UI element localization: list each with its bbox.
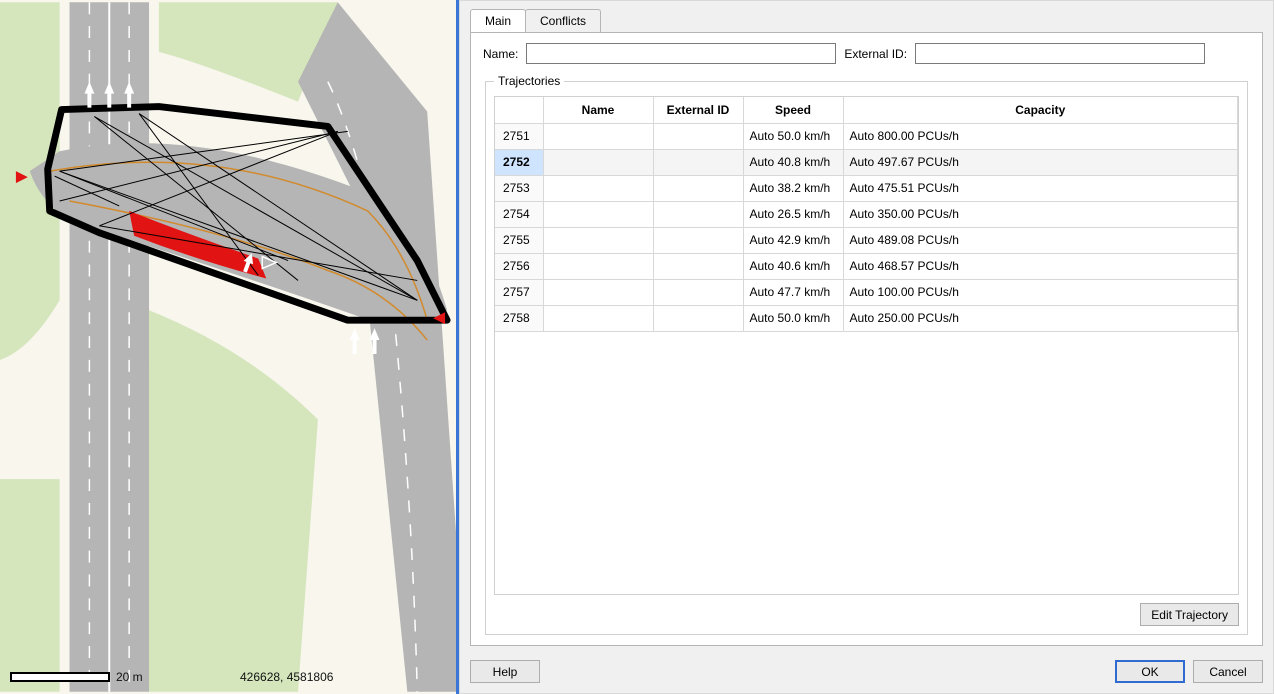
cell-speed[interactable]: Auto 50.0 km/h xyxy=(743,123,843,149)
cancel-button[interactable]: Cancel xyxy=(1193,660,1263,683)
col-header-name[interactable]: Name xyxy=(543,97,653,123)
cell-external-id[interactable] xyxy=(653,149,743,175)
table-row[interactable]: 2757 Auto 47.7 km/hAuto 100.00 PCUs/h xyxy=(495,279,1238,305)
tab-main[interactable]: Main xyxy=(470,9,526,32)
cell-speed[interactable]: Auto 40.8 km/h xyxy=(743,149,843,175)
cell-id[interactable]: 2752 xyxy=(495,149,543,175)
cell-capacity[interactable]: Auto 250.00 PCUs/h xyxy=(843,305,1238,331)
cell-name[interactable] xyxy=(543,123,653,149)
cell-speed[interactable]: Auto 40.6 km/h xyxy=(743,253,843,279)
cell-speed[interactable]: Auto 42.9 km/h xyxy=(743,227,843,253)
col-header-speed[interactable]: Speed xyxy=(743,97,843,123)
cell-external-id[interactable] xyxy=(653,175,743,201)
cell-external-id[interactable] xyxy=(653,123,743,149)
cell-id[interactable]: 2758 xyxy=(495,305,543,331)
table-row[interactable]: 2755 Auto 42.9 km/hAuto 489.08 PCUs/h xyxy=(495,227,1238,253)
col-header-index xyxy=(495,97,543,123)
cell-speed[interactable]: Auto 50.0 km/h xyxy=(743,305,843,331)
tab-strip: Main Conflicts xyxy=(460,1,1273,32)
cell-capacity[interactable]: Auto 497.67 PCUs/h xyxy=(843,149,1238,175)
map-coordinates: 426628, 4581806 xyxy=(240,670,333,684)
cell-name[interactable] xyxy=(543,149,653,175)
cell-capacity[interactable]: Auto 475.51 PCUs/h xyxy=(843,175,1238,201)
tab-conflicts[interactable]: Conflicts xyxy=(525,9,601,32)
cell-id[interactable]: 2754 xyxy=(495,201,543,227)
table-row[interactable]: 2754 Auto 26.5 km/hAuto 350.00 PCUs/h xyxy=(495,201,1238,227)
cell-external-id[interactable] xyxy=(653,279,743,305)
cell-speed[interactable]: Auto 38.2 km/h xyxy=(743,175,843,201)
node-editor-dialog: Main Conflicts Name: External ID: Trajec… xyxy=(459,0,1274,694)
cell-capacity[interactable]: Auto 489.08 PCUs/h xyxy=(843,227,1238,253)
cell-speed[interactable]: Auto 26.5 km/h xyxy=(743,201,843,227)
table-row[interactable]: 2751 Auto 50.0 km/hAuto 800.00 PCUs/h xyxy=(495,123,1238,149)
external-id-field[interactable] xyxy=(915,43,1205,64)
cell-name[interactable] xyxy=(543,253,653,279)
col-header-capacity[interactable]: Capacity xyxy=(843,97,1238,123)
cell-speed[interactable]: Auto 47.7 km/h xyxy=(743,279,843,305)
cell-external-id[interactable] xyxy=(653,305,743,331)
col-header-external-id[interactable]: External ID xyxy=(653,97,743,123)
scale-label: 20 m xyxy=(116,670,143,684)
cell-external-id[interactable] xyxy=(653,201,743,227)
table-row[interactable]: 2753 Auto 38.2 km/hAuto 475.51 PCUs/h xyxy=(495,175,1238,201)
cell-id[interactable]: 2751 xyxy=(495,123,543,149)
cell-external-id[interactable] xyxy=(653,227,743,253)
cell-name[interactable] xyxy=(543,227,653,253)
cell-capacity[interactable]: Auto 468.57 PCUs/h xyxy=(843,253,1238,279)
table-row[interactable]: 2756 Auto 40.6 km/hAuto 468.57 PCUs/h xyxy=(495,253,1238,279)
trajectories-table-wrap: Name External ID Speed Capacity 2751 Auto… xyxy=(494,96,1239,595)
cell-id[interactable]: 2756 xyxy=(495,253,543,279)
trajectories-group: Trajectories Name External ID Speed xyxy=(485,74,1248,635)
help-button[interactable]: Help xyxy=(470,660,540,683)
name-field[interactable] xyxy=(526,43,836,64)
cell-name[interactable] xyxy=(543,201,653,227)
cell-name[interactable] xyxy=(543,305,653,331)
cell-capacity[interactable]: Auto 800.00 PCUs/h xyxy=(843,123,1238,149)
map-viewport[interactable]: 20 m 426628, 4581806 xyxy=(0,0,459,694)
cell-name[interactable] xyxy=(543,279,653,305)
dialog-button-bar: Help OK Cancel xyxy=(460,654,1273,693)
map-scale: 20 m xyxy=(10,670,143,684)
tab-main-body: Name: External ID: Trajectories xyxy=(470,32,1263,646)
external-id-label: External ID: xyxy=(844,47,907,61)
ok-button[interactable]: OK xyxy=(1115,660,1185,683)
cell-id[interactable]: 2755 xyxy=(495,227,543,253)
cell-external-id[interactable] xyxy=(653,253,743,279)
trajectories-legend: Trajectories xyxy=(494,74,564,88)
cell-capacity[interactable]: Auto 100.00 PCUs/h xyxy=(843,279,1238,305)
scale-bar-icon xyxy=(10,672,110,682)
table-header-row: Name External ID Speed Capacity xyxy=(495,97,1238,123)
cell-id[interactable]: 2753 xyxy=(495,175,543,201)
name-row: Name: External ID: xyxy=(483,43,1250,64)
table-row[interactable]: 2758 Auto 50.0 km/hAuto 250.00 PCUs/h xyxy=(495,305,1238,331)
edit-trajectory-button[interactable]: Edit Trajectory xyxy=(1140,603,1239,626)
cell-capacity[interactable]: Auto 350.00 PCUs/h xyxy=(843,201,1238,227)
name-label: Name: xyxy=(483,47,518,61)
table-row[interactable]: 2752 Auto 40.8 km/hAuto 497.67 PCUs/h xyxy=(495,149,1238,175)
trajectories-table[interactable]: Name External ID Speed Capacity 2751 Auto… xyxy=(495,97,1238,332)
road-map-svg xyxy=(0,0,456,694)
cell-name[interactable] xyxy=(543,175,653,201)
cell-id[interactable]: 2757 xyxy=(495,279,543,305)
